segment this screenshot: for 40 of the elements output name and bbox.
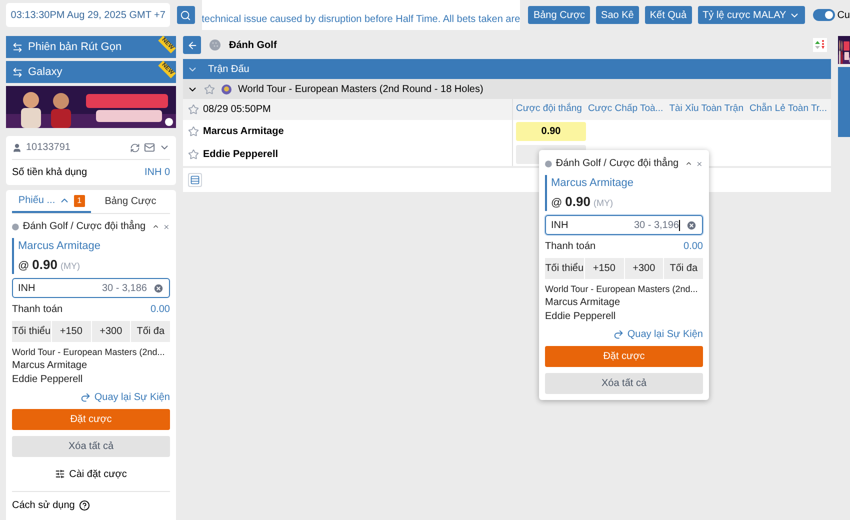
payout-value: 0.00 — [684, 240, 703, 254]
column-header: Cược đội thắng — [515, 102, 583, 116]
at-sign: @ — [551, 196, 562, 210]
event-name: World Tour - European Masters (2nd... — [545, 283, 699, 295]
player-name: Eddie Pepperell — [203, 148, 278, 162]
payout-value: 0.00 — [150, 303, 170, 317]
toggle-label: Cu — [837, 8, 850, 22]
sport-title: Đánh Golf — [229, 38, 277, 52]
selection-name: Marcus Armitage — [18, 239, 102, 254]
league-name: World Tour - European Masters (2nd Round - 18 Holes) — [238, 82, 484, 96]
currency-label: INH — [551, 218, 568, 232]
column-header: Tài Xỉu Toàn Trận — [668, 102, 744, 116]
home-player: Marcus Armitage — [545, 297, 622, 309]
balance-label: Số tiền khả dụng — [12, 166, 88, 180]
match-time: 08/29 05:50PM — [203, 103, 271, 117]
player-name: Marcus Armitage — [203, 125, 284, 139]
stake-range: 30 - 3,196 — [634, 218, 679, 232]
balance-value: INH 0 — [144, 166, 170, 180]
at-sign: @ — [18, 258, 30, 274]
currency-label: INH — [18, 282, 36, 296]
payout-label: Thanh toán — [12, 303, 63, 317]
odds-type: (MY) — [60, 260, 80, 273]
market-label: Đánh Golf / Cược đội thẳng — [22, 219, 146, 234]
column-header: Cược Chấp Toà... — [586, 102, 664, 116]
odds-value: 0.90 — [32, 256, 58, 274]
account-id: 10133791 — [26, 141, 70, 155]
selection-name: Marcus Armitage — [551, 176, 635, 191]
odds-type: (MY) — [593, 196, 613, 210]
odds-value: 0.90 — [565, 192, 590, 210]
column-header: Chẵn Lẻ Toàn Tr... — [748, 102, 828, 116]
news-ticker: technical issue caused by disruption before Half Time. All bets taken are — [202, 13, 520, 27]
home-player: Marcus Armitage — [12, 360, 88, 372]
market-label: Đánh Golf / Cược đội thẳng — [556, 156, 679, 171]
away-player: Eddie Pepperell — [545, 311, 617, 323]
stake-range: 30 - 3,186 — [102, 282, 147, 296]
section-title: Trận Đấu — [208, 62, 250, 76]
event-name: World Tour - European Masters (2nd... — [12, 346, 166, 358]
payout-label: Thanh toán — [545, 240, 596, 254]
clock-field: 03:13:30PM Aug 29, 2025 GMT +7 — [6, 3, 170, 27]
away-player: Eddie Pepperell — [12, 374, 84, 386]
